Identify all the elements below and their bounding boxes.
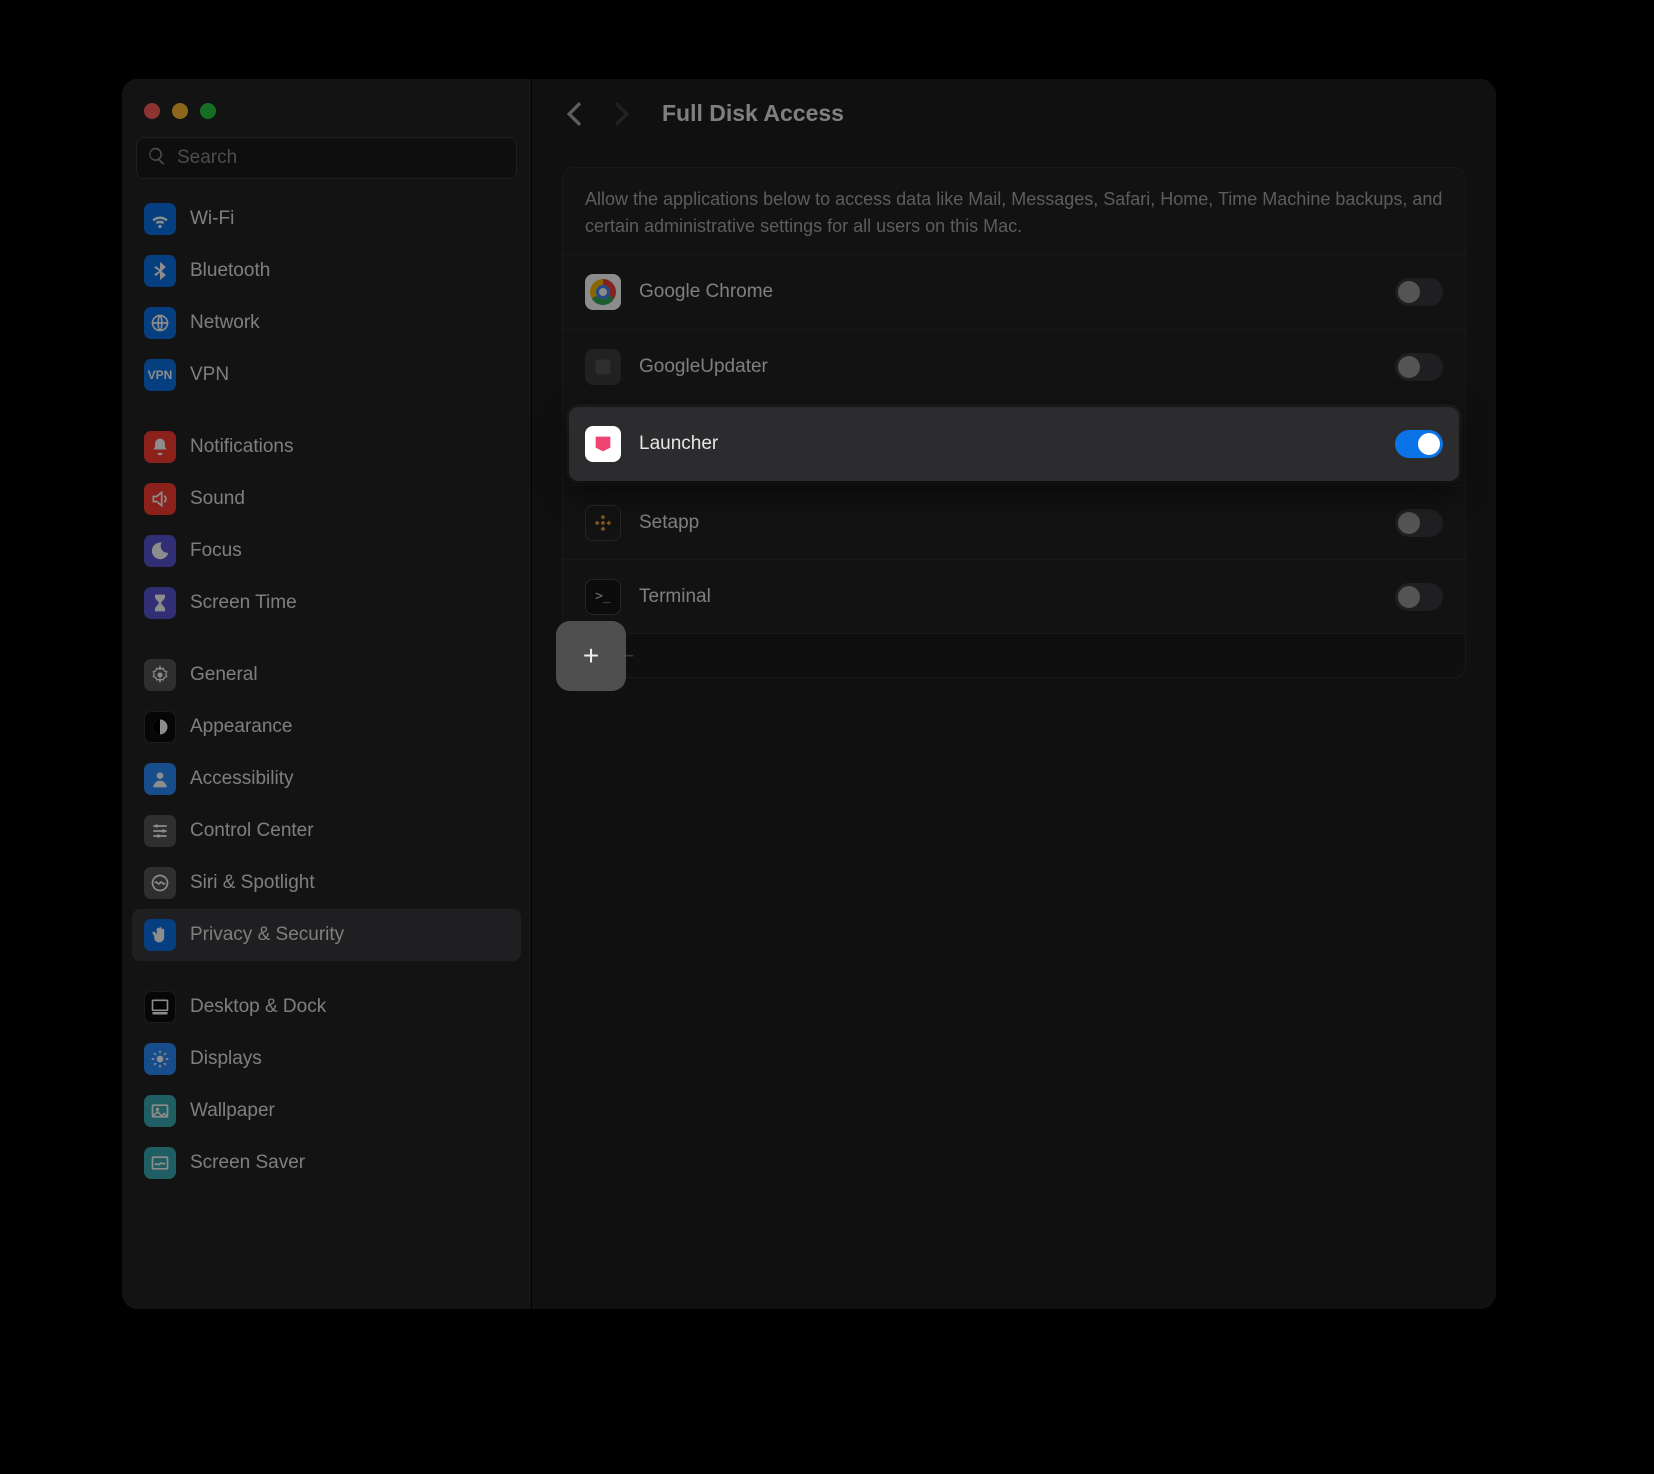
search-input[interactable] [175, 146, 506, 170]
sidebar-item-siri[interactable]: Siri & Spotlight [132, 857, 521, 909]
sidebar-item-sound[interactable]: Sound [132, 473, 521, 525]
sliders-icon [144, 815, 176, 847]
sidebar-item-general[interactable]: General [132, 649, 521, 701]
desktop-icon [144, 991, 176, 1023]
app-row-terminal: >_ Terminal [563, 559, 1465, 633]
wifi-icon [144, 203, 176, 235]
page-title: Full Disk Access [662, 100, 844, 127]
sidebar-item-label: Appearance [190, 716, 292, 738]
sidebar-item-notifications[interactable]: Notifications [132, 421, 521, 473]
chrome-app-icon [585, 274, 621, 310]
search-icon [147, 146, 175, 171]
sidebar-item-label: Network [190, 312, 260, 334]
app-name-label: Terminal [639, 586, 1377, 608]
list-toolbar: + − [563, 633, 1465, 677]
sidebar-item-label: Accessibility [190, 768, 293, 790]
toggle-chrome[interactable] [1395, 278, 1443, 306]
sidebar-item-desktop[interactable]: Desktop & Dock [132, 981, 521, 1033]
saver-icon [144, 1147, 176, 1179]
sidebar-item-network[interactable]: Network [132, 297, 521, 349]
search-field[interactable] [136, 137, 517, 179]
photo-icon [144, 1095, 176, 1127]
sidebar-item-privacy[interactable]: Privacy & Security [132, 909, 521, 961]
sidebar-item-label: Notifications [190, 436, 294, 458]
globe-icon [144, 307, 176, 339]
window-controls [122, 89, 531, 137]
person-icon [144, 763, 176, 795]
sidebar-item-label: Bluetooth [190, 260, 270, 282]
app-row-googleupdater: GoogleUpdater [563, 329, 1465, 403]
sidebar-item-appearance[interactable]: Appearance [132, 701, 521, 753]
setapp-app-icon [585, 505, 621, 541]
toggle-setapp[interactable] [1395, 509, 1443, 537]
terminal-app-icon: >_ [585, 579, 621, 615]
back-button[interactable] [556, 96, 592, 132]
app-name-label: GoogleUpdater [639, 356, 1377, 378]
add-app-button-spotlight: + [556, 621, 626, 691]
moon-icon [144, 535, 176, 567]
sidebar-item-label: Screen Time [190, 592, 297, 614]
minimize-window-button[interactable] [172, 103, 188, 119]
sidebar-item-label: Wallpaper [190, 1100, 275, 1122]
app-row-setapp: Setapp [563, 485, 1465, 559]
sidebar-item-label: Displays [190, 1048, 262, 1070]
app-name-label: Google Chrome [639, 281, 1377, 303]
sun-icon [144, 1043, 176, 1075]
sidebar-item-vpn[interactable]: VPN VPN [132, 349, 521, 401]
hand-icon [144, 919, 176, 951]
sidebar-item-controlcenter[interactable]: Control Center [132, 805, 521, 857]
hourglass-icon [144, 587, 176, 619]
toggle-terminal[interactable] [1395, 583, 1443, 611]
sidebar-item-label: Privacy & Security [190, 924, 344, 946]
googleupdater-app-icon [585, 349, 621, 385]
app-row-launcher-spotlight: Launcher [569, 407, 1459, 481]
bluetooth-icon [144, 255, 176, 287]
app-name-label: Setapp [639, 512, 1377, 534]
app-name-label: Launcher [639, 433, 1377, 455]
sidebar-item-focus[interactable]: Focus [132, 525, 521, 577]
siri-icon [144, 867, 176, 899]
sidebar-item-wifi[interactable]: Wi-Fi [132, 193, 521, 245]
description-text: Allow the applications below to access d… [563, 168, 1465, 255]
sidebar-item-label: Sound [190, 488, 245, 510]
sidebar-item-screensaver[interactable]: Screen Saver [132, 1137, 521, 1189]
appearance-icon [144, 711, 176, 743]
sidebar-item-label: Focus [190, 540, 242, 562]
bell-icon [144, 431, 176, 463]
speaker-icon [144, 483, 176, 515]
sidebar-item-label: Desktop & Dock [190, 996, 326, 1018]
sidebar-item-label: General [190, 664, 258, 686]
toggle-googleupdater[interactable] [1395, 353, 1443, 381]
sidebar-item-label: Control Center [190, 820, 314, 842]
sidebar-item-accessibility[interactable]: Accessibility [132, 753, 521, 805]
forward-button[interactable] [604, 96, 640, 132]
sidebar-item-label: Wi-Fi [190, 208, 234, 230]
sidebar-item-wallpaper[interactable]: Wallpaper [132, 1085, 521, 1137]
sidebar-item-label: Siri & Spotlight [190, 872, 315, 894]
settings-window: Wi-Fi Bluetooth Network VPN VPN Notifications… [122, 79, 1496, 1309]
app-row-chrome: Google Chrome [563, 255, 1465, 329]
header: Full Disk Access [532, 79, 1496, 149]
main-panel: Full Disk Access Allow the applications … [532, 79, 1496, 1309]
sidebar-item-label: Screen Saver [190, 1152, 305, 1174]
close-window-button[interactable] [144, 103, 160, 119]
sidebar-item-displays[interactable]: Displays [132, 1033, 521, 1085]
sidebar-nav: Wi-Fi Bluetooth Network VPN VPN Notifications… [122, 193, 531, 1209]
toggle-launcher[interactable] [1395, 430, 1443, 458]
sidebar: Wi-Fi Bluetooth Network VPN VPN Notifications… [122, 79, 532, 1309]
launcher-app-icon [585, 426, 621, 462]
zoom-window-button[interactable] [200, 103, 216, 119]
vpn-icon: VPN [144, 359, 176, 391]
sidebar-item-screentime[interactable]: Screen Time [132, 577, 521, 629]
sidebar-item-bluetooth[interactable]: Bluetooth [132, 245, 521, 297]
gear-icon [144, 659, 176, 691]
sidebar-item-label: VPN [190, 364, 229, 386]
